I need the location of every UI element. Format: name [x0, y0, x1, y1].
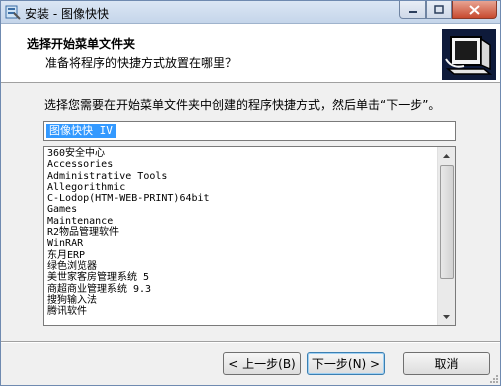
folder-list-items: 360安全中心 Accessories Administrative Tools Al…: [47, 148, 437, 317]
folder-list-item[interactable]: 腾讯软件: [47, 306, 437, 317]
maximize-icon: [434, 5, 444, 14]
scroll-down-arrow-icon: [443, 314, 450, 319]
back-button[interactable]: < 上一步(B): [223, 352, 301, 375]
instruction-text: 选择您需要在开始菜单文件夹中创建的程序快捷方式，然后单击“下一步”。: [44, 98, 441, 112]
folder-list-item[interactable]: WinRAR: [47, 238, 437, 249]
folder-list-item[interactable]: Games: [47, 204, 437, 215]
start-menu-folder-input[interactable]: 图像快快 IV: [43, 121, 456, 141]
next-button[interactable]: 下一步(N) >: [307, 352, 385, 375]
folder-list-item[interactable]: Allegorithmic: [47, 182, 437, 193]
folder-list-item[interactable]: 商超商业管理系统 9.3: [47, 284, 437, 295]
installer-window: 安装 - 图像快快 选择开始菜单文件夹 准备将程序的快捷方式放置在哪里？ 选择您…: [0, 0, 501, 386]
folder-list-item[interactable]: 360安全中心: [47, 148, 437, 159]
close-button[interactable]: [452, 1, 497, 19]
vertical-scrollbar[interactable]: [437, 147, 455, 325]
page-subtitle: 准备将程序的快捷方式放置在哪里？: [45, 56, 238, 70]
wizard-header: 选择开始菜单文件夹 准备将程序的快捷方式放置在哪里？: [1, 24, 500, 83]
folder-list-item[interactable]: Accessories: [47, 159, 437, 170]
folder-list-item[interactable]: 美世家客房管理系统 5: [47, 272, 437, 283]
minimize-icon: [408, 10, 417, 13]
close-icon: [469, 4, 480, 15]
folder-list-item[interactable]: 搜狗输入法: [47, 295, 437, 306]
folder-list-item[interactable]: R2物品管理软件: [47, 227, 437, 238]
title-bar[interactable]: 安装 - 图像快快: [1, 1, 500, 24]
folder-list-item[interactable]: 东月ERP: [47, 250, 437, 261]
folder-list-item[interactable]: C-Lodop(HTM-WEB-PRINT)64bit: [47, 193, 437, 204]
minimize-button[interactable]: [399, 1, 426, 19]
setup-computer-icon: [442, 29, 496, 80]
window-title: 安装 - 图像快快: [25, 7, 109, 21]
installer-app-icon: [5, 5, 21, 20]
scroll-up-arrow-icon: [443, 153, 450, 158]
resize-grip-icon[interactable]: [488, 373, 498, 383]
folder-list-item[interactable]: Administrative Tools: [47, 171, 437, 182]
scroll-up-button[interactable]: [438, 147, 455, 164]
start-menu-folder-list[interactable]: 360安全中心 Accessories Administrative Tools Al…: [43, 146, 456, 326]
folder-list-item[interactable]: 绿色浏览器: [47, 261, 437, 272]
page-title: 选择开始菜单文件夹: [27, 37, 136, 51]
scroll-down-button[interactable]: [438, 308, 455, 325]
folder-list-item[interactable]: Maintenance: [47, 216, 437, 227]
cancel-button[interactable]: 取消: [403, 352, 490, 375]
footer-divider: [1, 341, 500, 343]
maximize-button[interactable]: [426, 1, 452, 19]
folder-input-value[interactable]: 图像快快 IV: [46, 124, 116, 138]
scrollbar-thumb[interactable]: [440, 165, 454, 279]
